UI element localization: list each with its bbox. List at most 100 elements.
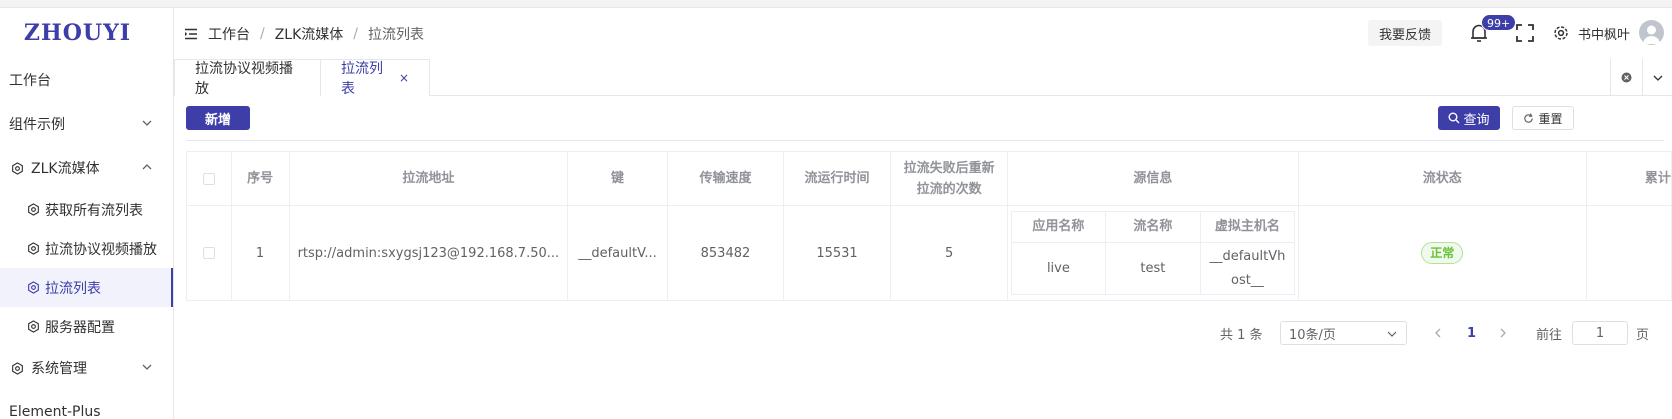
row-select-cell[interactable]	[186, 205, 232, 301]
column-header: 流状态	[1297, 151, 1587, 206]
column-header: 传输速度	[666, 151, 784, 206]
sidebar-item-zlk[interactable]: ZLK流媒体	[0, 146, 173, 190]
row-checkbox[interactable]	[202, 247, 215, 259]
toolbar: 新增 查询 重置	[174, 96, 1672, 140]
gear-icon	[25, 280, 41, 296]
sidebar-subitem-pull-play[interactable]: 拉流协议视频播放	[0, 229, 173, 268]
sidebar-subitem-all-streams[interactable]: 获取所有流列表	[0, 190, 173, 229]
chevron-right-icon	[1500, 328, 1506, 338]
page-size-select[interactable]: 10条/页	[1280, 321, 1407, 345]
settings-icon[interactable]	[1552, 24, 1570, 42]
cell-retry: 5	[890, 205, 1009, 301]
cell-vhost: __defaultVhost__	[1199, 242, 1295, 295]
column-header: 键	[567, 151, 668, 206]
tabs-more-button[interactable]	[1642, 59, 1672, 96]
username[interactable]: 书中枫叶	[1578, 24, 1630, 43]
reset-button[interactable]: 重置	[1512, 106, 1574, 130]
column-header: 拉流地址	[288, 151, 569, 206]
toolbar-divider	[186, 140, 1664, 141]
chevron-left-icon	[1435, 328, 1441, 338]
close-icon[interactable]: ×	[399, 71, 409, 85]
prev-page-button[interactable]	[1432, 321, 1444, 345]
cell-index: 1	[230, 205, 290, 301]
source-info-table: 应用名称 流名称 虚拟主机名 live test __defaultVhost_…	[1010, 211, 1295, 295]
sidebar-item-label: 组件示例	[9, 117, 65, 133]
tab-label: 拉流协议视频播放	[195, 61, 293, 97]
sidebar-subitem-label: 获取所有流列表	[45, 202, 143, 219]
sidebar-subitem-label: 拉流协议视频播放	[45, 241, 157, 258]
avatar[interactable]	[1639, 20, 1664, 45]
table-header-row: 序号 拉流地址 键 传输速度 流运行时间 拉流失败后重新拉流的次数 源信息 流状…	[186, 151, 1672, 206]
source-column-header: 虚拟主机名	[1199, 211, 1295, 243]
breadcrumb-separator: /	[353, 25, 359, 42]
refresh-icon	[1524, 112, 1534, 123]
page-number-current[interactable]: 1	[1467, 321, 1476, 345]
gear-icon	[25, 202, 41, 218]
cell-key: __defaultV...	[567, 205, 668, 301]
gear-icon	[9, 160, 25, 176]
chevron-down-icon	[142, 120, 152, 126]
query-button-label: 查询	[1463, 112, 1490, 128]
sidebar-item-components[interactable]: 组件示例	[0, 102, 173, 146]
gear-icon	[25, 319, 41, 335]
search-icon	[1448, 112, 1460, 124]
gear-icon	[25, 241, 41, 257]
sidebar-item-label: 系统管理	[31, 361, 87, 377]
select-all-checkbox[interactable]	[202, 172, 215, 185]
gear-icon	[9, 360, 25, 376]
close-circle-icon	[1621, 72, 1632, 83]
column-header: 源信息	[1007, 151, 1299, 206]
cell-source: 应用名称 流名称 虚拟主机名 live test __defaultVhost_…	[1007, 205, 1299, 301]
cell-url-text: rtsp://admin:sxygsj123@192.168.7.50...	[297, 245, 560, 261]
menu-fold-icon[interactable]	[184, 27, 198, 41]
tab-label: 拉流列表	[341, 61, 383, 97]
goto-label: 前往	[1536, 327, 1563, 343]
fullscreen-icon[interactable]	[1516, 24, 1534, 42]
window-top-strip	[0, 0, 1672, 8]
sidebar-item-label: 工作台	[9, 73, 51, 89]
tab-pull-list[interactable]: 拉流列表 ×	[320, 59, 430, 97]
goto-page-input[interactable]: 1	[1572, 321, 1628, 345]
close-all-tabs-button[interactable]	[1610, 59, 1642, 96]
column-header: 拉流失败后重新拉流的次数	[890, 151, 1009, 206]
pull-stream-table: 序号 拉流地址 键 传输速度 流运行时间 拉流失败后重新拉流的次数 源信息 流状…	[186, 151, 1672, 301]
sidebar: ZHOUYI 工作台 组件示例 ZLK流媒体 获取所有流列表 拉流协议视频播放 …	[0, 8, 174, 419]
sidebar-item-label: Element-Plus	[9, 404, 101, 419]
goto-suffix: 页	[1636, 327, 1650, 343]
query-button[interactable]: 查询	[1438, 106, 1500, 130]
sidebar-subitem-server-config[interactable]: 服务器配置	[0, 307, 173, 346]
app-logo[interactable]: ZHOUYI	[0, 8, 173, 58]
breadcrumb-item[interactable]: ZLK流媒体	[275, 24, 344, 44]
next-page-button[interactable]	[1497, 321, 1509, 345]
breadcrumb: 工作台 / ZLK流媒体 / 拉流列表	[208, 24, 424, 44]
pagination-total: 共 1 条	[1220, 327, 1263, 343]
cell-app: live	[1010, 242, 1106, 295]
tabs-bar: 拉流协议视频播放 拉流列表 ×	[174, 59, 1672, 97]
cell-stream: test	[1104, 242, 1201, 295]
cell-cumulative	[1585, 205, 1672, 301]
add-button-label: 新增	[204, 112, 231, 128]
breadcrumb-item[interactable]: 工作台	[208, 24, 250, 44]
sidebar-item-label: ZLK流媒体	[31, 161, 100, 177]
add-button[interactable]: 新增	[186, 106, 250, 130]
notification-badge: 99+	[1481, 14, 1517, 31]
sidebar-subitem-label: 服务器配置	[45, 319, 115, 336]
sidebar-subitem-label: 拉流列表	[45, 280, 101, 297]
sidebar-subitem-pull-list[interactable]: 拉流列表	[0, 268, 173, 307]
sidebar-item-system[interactable]: 系统管理	[0, 346, 173, 390]
select-all-cell[interactable]	[186, 151, 232, 206]
cell-speed: 853482	[666, 205, 784, 301]
page-size-value: 10条/页	[1289, 327, 1336, 343]
table-row: 1 rtsp://admin:sxygsj123@192.168.7.50...…	[186, 205, 1672, 301]
sidebar-item-workbench[interactable]: 工作台	[0, 58, 173, 102]
feedback-button[interactable]: 我要反馈	[1368, 20, 1442, 46]
source-header-row: 应用名称 流名称 虚拟主机名	[1010, 211, 1295, 243]
breadcrumb-separator: /	[260, 25, 265, 42]
column-header: 流运行时间	[782, 151, 892, 206]
sidebar-item-element-plus[interactable]: Element-Plus	[0, 390, 173, 419]
tab-pull-play[interactable]: 拉流协议视频播放	[174, 59, 321, 97]
cell-key-text: __defaultV...	[578, 245, 657, 261]
chevron-up-icon	[142, 164, 152, 170]
cell-url: rtsp://admin:sxygsj123@192.168.7.50...	[288, 205, 569, 301]
top-header: 工作台 / ZLK流媒体 / 拉流列表 我要反馈 99+ 书中枫叶	[174, 8, 1672, 59]
